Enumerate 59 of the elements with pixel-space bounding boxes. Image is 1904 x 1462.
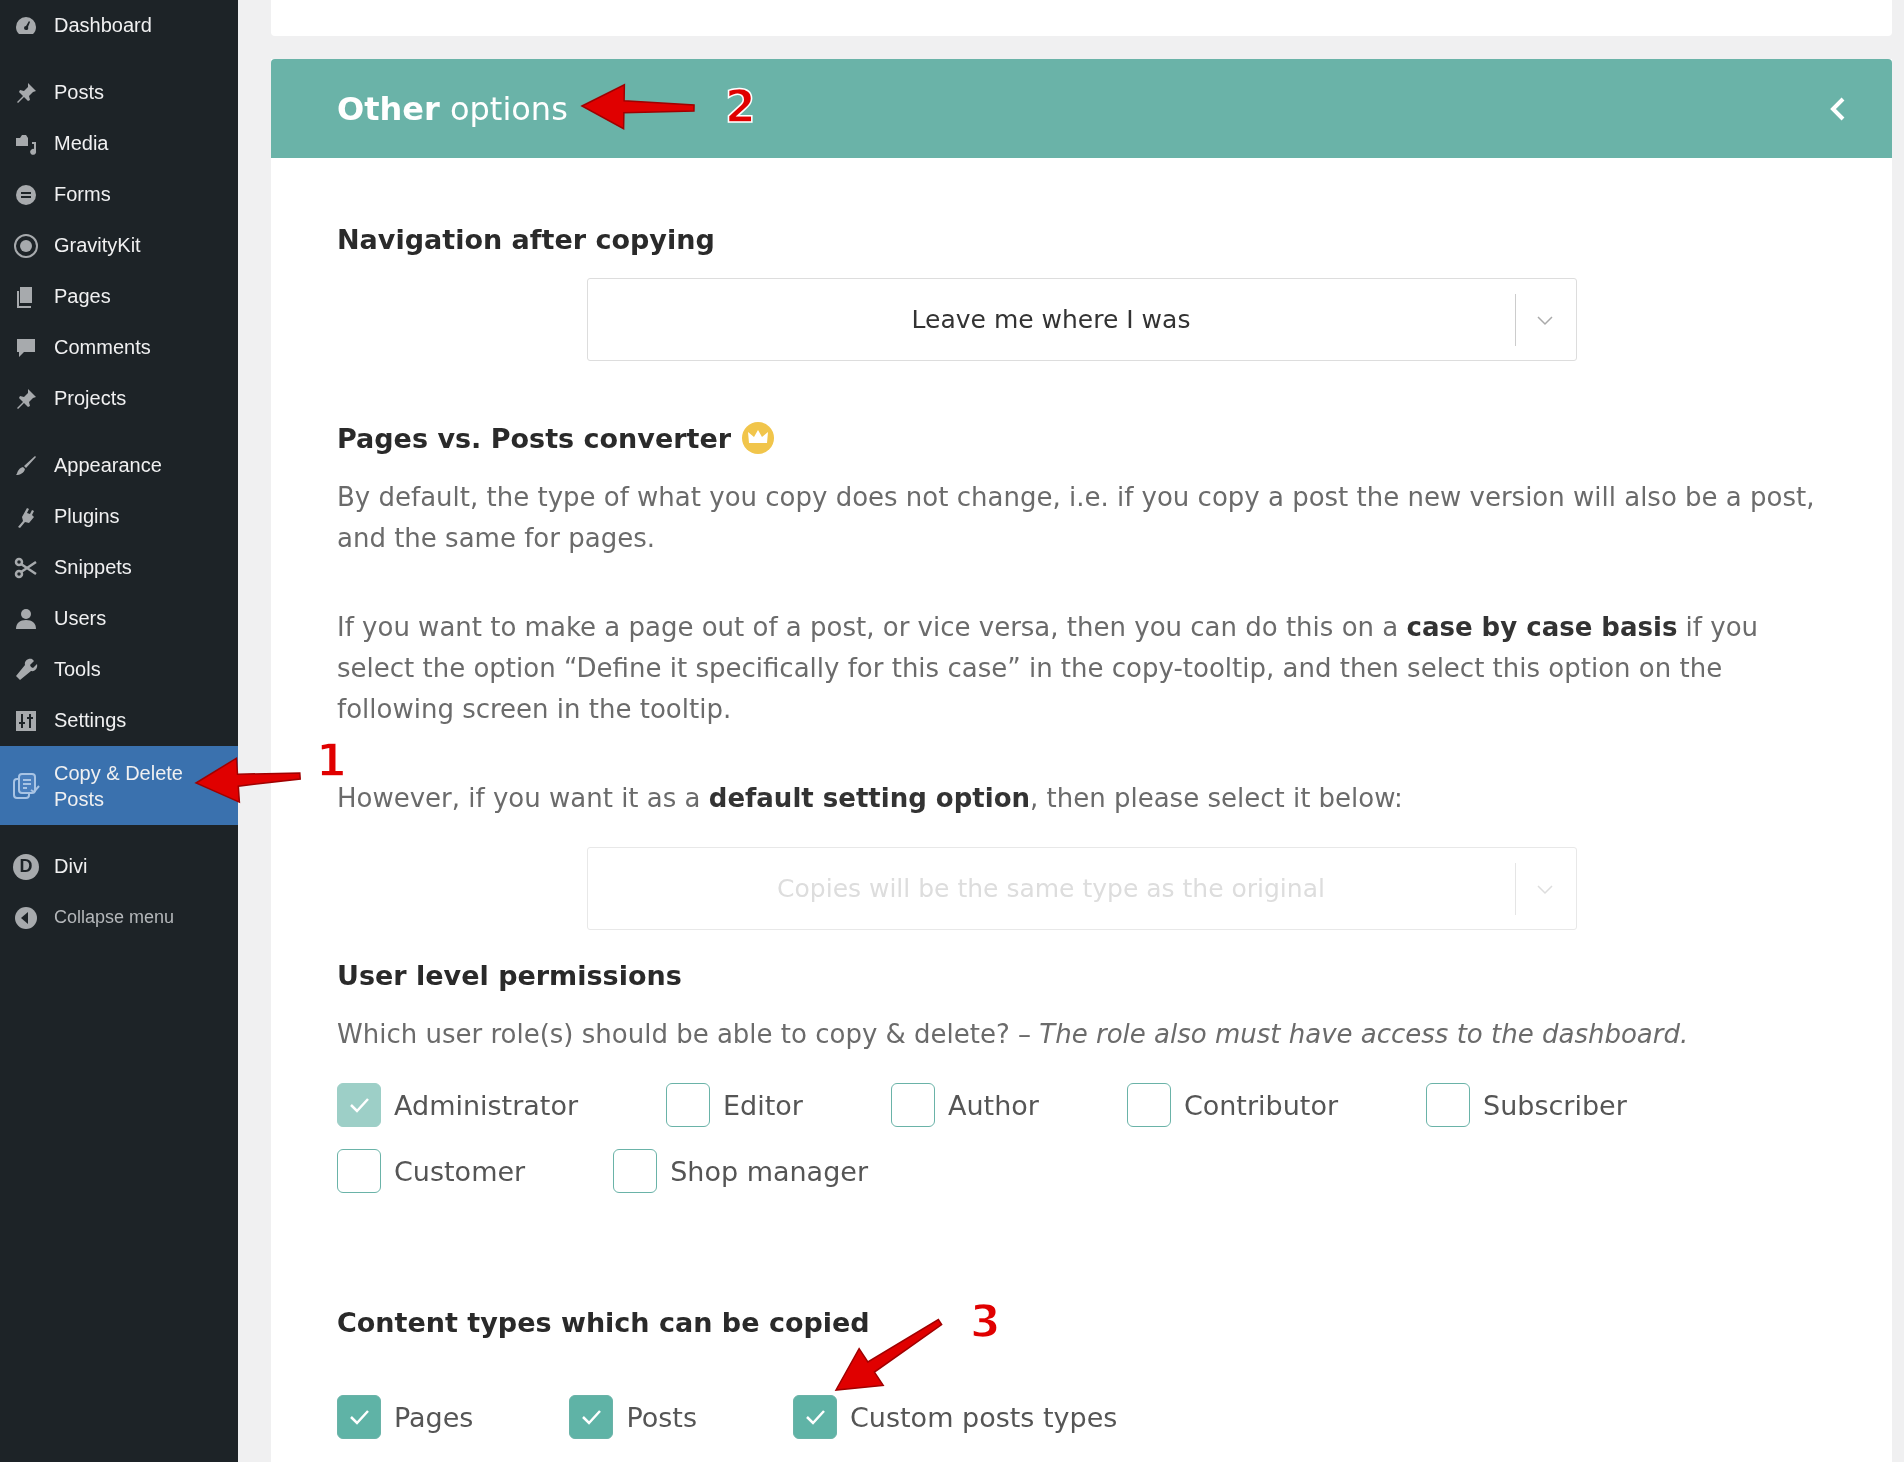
- section-heading: Navigation after copying: [337, 223, 715, 255]
- sidebar-item[interactable]: Comments: [0, 322, 238, 373]
- dropdown[interactable]: Leave me where I was: [586, 278, 1577, 361]
- sliders-icon: [14, 708, 38, 733]
- sidebar-item[interactable]: Users: [0, 593, 238, 644]
- sidebar-item[interactable]: GravityKit: [0, 220, 238, 271]
- sidebar-item[interactable]: Pages: [0, 271, 238, 322]
- checkbox[interactable]: [666, 1083, 711, 1127]
- section-heading: Pages vs. Posts converter: [337, 422, 732, 454]
- sidebar-item[interactable]: Collapse menu: [0, 892, 238, 943]
- checkbox-label: Pages: [394, 1401, 474, 1433]
- sidebar-item[interactable]: Snippets: [0, 542, 238, 593]
- paragraph: Which user role(s) should be able to copy & delete? – The role also must have access to the dashboard.: [337, 1018, 1690, 1051]
- sidebar-item[interactable]: Plugins: [0, 491, 238, 542]
- sidebar-item[interactable]: Settings: [0, 695, 238, 746]
- sidebar-item[interactable]: Copy & Delete Posts: [0, 746, 238, 825]
- wrench-icon: [14, 657, 38, 682]
- letter-logo-icon: D: [13, 853, 39, 880]
- paragraph: If you want to make a page out of a post, or vice versa, then you can do this on a case by case basis if you select the option “Define it specifically for this case” in the copy-tooltip, and then select this option on the following screen in the tooltip.: [337, 611, 1760, 726]
- sidebar-item[interactable]: D Divi: [0, 841, 238, 892]
- checkbox-label: Customer: [394, 1155, 526, 1187]
- checkbox-label: Shop manager: [670, 1155, 868, 1187]
- caret-icon: [1535, 313, 1554, 326]
- checkbox[interactable]: [1426, 1083, 1470, 1127]
- section-heading: Content types which can be copied: [337, 1306, 870, 1338]
- checkbox[interactable]: [337, 1395, 381, 1439]
- sidebar-item[interactable]: Forms: [0, 169, 238, 220]
- sidebar-item[interactable]: Dashboard: [0, 0, 238, 51]
- checkbox-label: Author: [947, 1089, 1039, 1121]
- sidebar-item[interactable]: Projects: [0, 373, 238, 424]
- paragraph: By default, the type of what you copy does not change, i.e. if you copy a post the new version will also be a post, and the same for pages.: [337, 481, 1816, 555]
- checkbox[interactable]: [569, 1395, 614, 1439]
- caret-icon: [1535, 882, 1554, 895]
- checkbox-label: Posts: [626, 1401, 697, 1433]
- checkbox-label: Administrator: [394, 1089, 579, 1121]
- checkbox-label: Contributor: [1183, 1089, 1338, 1121]
- sidebar-item[interactable]: Tools: [0, 644, 238, 695]
- sidebar-item[interactable]: Media: [0, 118, 238, 169]
- checkbox[interactable]: [793, 1395, 837, 1439]
- section-heading: User level permissions: [337, 959, 682, 991]
- checkbox[interactable]: [890, 1083, 935, 1127]
- checkbox[interactable]: [1126, 1083, 1171, 1127]
- scissors-icon: [14, 555, 38, 580]
- collapse-icon: [14, 905, 38, 930]
- sidebar-item[interactable]: Posts: [0, 67, 238, 118]
- form-icon: [14, 182, 38, 207]
- target-icon: [13, 232, 39, 259]
- panel-title: Other options: [337, 89, 568, 128]
- annotation-number: 2: [725, 81, 756, 132]
- paragraph: However, if you want it as a default setting option, then please select it below:: [337, 782, 1404, 815]
- brush-icon: [14, 453, 38, 478]
- checkbox-label: Custom posts types: [850, 1401, 1118, 1433]
- checkbox[interactable]: [613, 1149, 658, 1193]
- person-icon: [14, 606, 38, 631]
- checkbox-label: Subscriber: [1483, 1089, 1627, 1121]
- sidebar-item[interactable]: Appearance: [0, 440, 238, 491]
- checkbox[interactable]: [337, 1149, 381, 1193]
- checkbox-label: Editor: [723, 1089, 803, 1121]
- documents-icon: [12, 771, 40, 800]
